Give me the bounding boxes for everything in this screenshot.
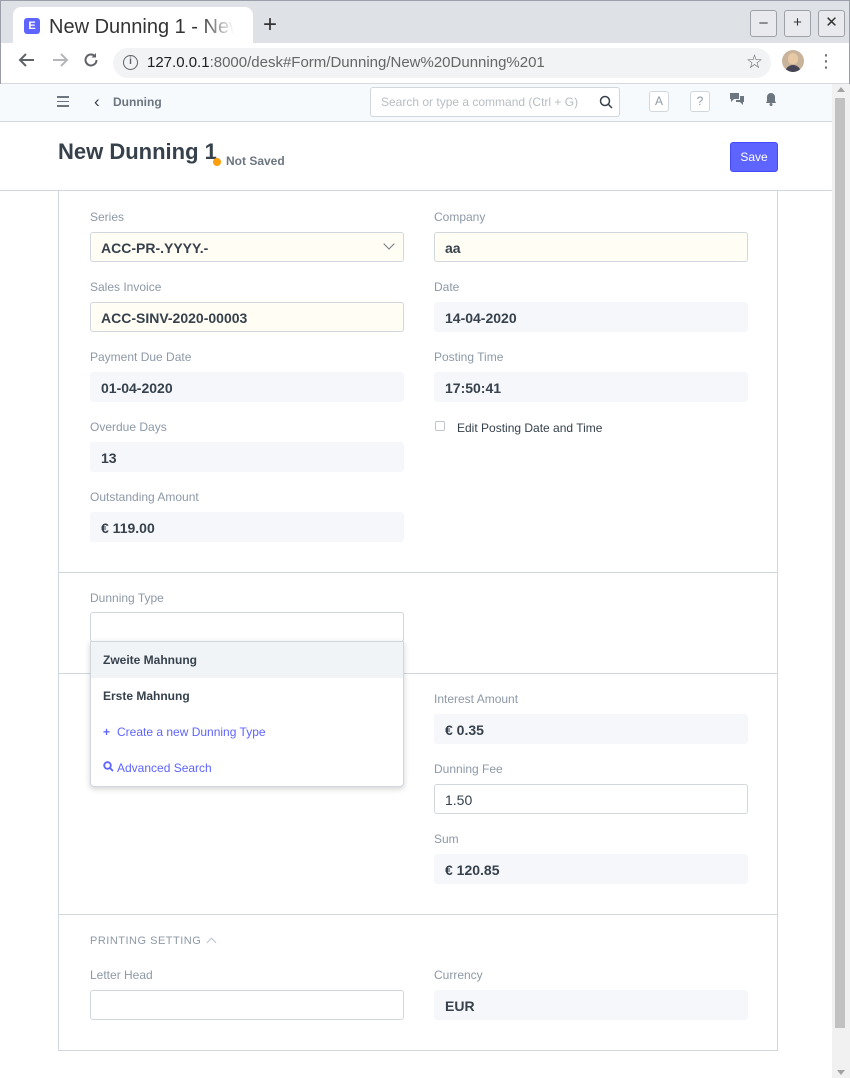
reload-icon[interactable]: [79, 51, 103, 75]
status-badge: Not Saved: [226, 154, 285, 168]
url-text[interactable]: 127.0.0.1:8000/desk#Form/Dunning/New%20D…: [147, 54, 545, 71]
create-new-dunning-type-link[interactable]: + Create a new Dunning Type: [91, 714, 403, 750]
page-title: New Dunning 1: [58, 139, 217, 164]
date-value: 14-04-2020: [434, 302, 748, 332]
browser-toolbar: i 127.0.0.1:8000/desk#Form/Dunning/New%2…: [1, 43, 849, 84]
interest-amount-label: Interest Amount: [434, 692, 519, 706]
scrollbar-thumb[interactable]: [835, 98, 845, 1028]
page-scrollbar[interactable]: [832, 84, 850, 1078]
overdue-days-value: 13: [90, 442, 404, 472]
letter-head-input[interactable]: [90, 990, 404, 1020]
company-label: Company: [434, 210, 486, 224]
posting-time-value: 17:50:41: [434, 372, 748, 402]
profile-avatar[interactable]: [782, 50, 804, 72]
payment-due-date-value: 01-04-2020: [90, 372, 404, 402]
sum-label: Sum: [434, 832, 459, 846]
plus-icon: +: [103, 725, 111, 739]
edit-posting-label[interactable]: Edit Posting Date and Time: [457, 421, 602, 435]
edit-posting-checkbox[interactable]: [435, 421, 445, 431]
advanced-search-label: Advanced Search: [117, 761, 212, 775]
search-icon[interactable]: [599, 95, 613, 109]
interest-amount-value: € 0.35: [434, 714, 748, 744]
dropdown-option-zweite-mahnung[interactable]: Zweite Mahnung: [91, 642, 403, 678]
breadcrumb-dunning[interactable]: Dunning: [113, 95, 162, 109]
dunning-fee-label: Dunning Fee: [434, 762, 503, 776]
search-icon: [103, 750, 117, 786]
currency-value: EUR: [434, 990, 748, 1020]
app-area: ‹ Dunning A ? New Dunning 1 Not Saved Sa…: [0, 84, 832, 1078]
app-navbar: ‹ Dunning A ?: [0, 84, 832, 122]
currency-label: Currency: [434, 968, 483, 982]
payment-due-date-label: Payment Due Date: [90, 350, 192, 364]
save-button[interactable]: Save: [730, 142, 778, 172]
sales-invoice-label: Sales Invoice: [90, 280, 162, 294]
back-arrow-icon[interactable]: [15, 51, 39, 75]
dunning-type-label: Dunning Type: [90, 591, 164, 605]
erpnext-favicon-icon: E: [24, 18, 40, 34]
page-head: New Dunning 1 Not Saved Save: [0, 122, 832, 191]
awesome-bar[interactable]: [370, 87, 620, 117]
dunning-type-input[interactable]: [90, 612, 404, 642]
date-label: Date: [434, 280, 460, 294]
series-label: Series: [90, 210, 125, 224]
chevron-up-icon[interactable]: [206, 937, 217, 948]
posting-time-label: Posting Time: [434, 350, 504, 364]
close-window-button[interactable]: ✕: [818, 10, 845, 37]
sum-value: € 120.85: [434, 854, 748, 884]
sales-invoice-field[interactable]: ACC-SINV-2020-00003: [90, 302, 404, 332]
browser-chrome: E New Dunning 1 - New Dunning + – + ✕ i …: [0, 0, 850, 84]
status-indicator-dot: [213, 158, 221, 166]
outstanding-amount-label: Outstanding Amount: [90, 490, 199, 504]
chat-icon[interactable]: [729, 92, 745, 109]
printing-setting-header[interactable]: PRINTING SETTING: [90, 935, 201, 947]
help-icon[interactable]: ?: [690, 91, 710, 112]
section-divider: [59, 572, 777, 573]
tab-title: New Dunning 1 - New Dunning: [49, 16, 234, 38]
minimize-button[interactable]: –: [750, 10, 777, 37]
outstanding-amount-value: € 119.00: [90, 512, 404, 542]
form-card: Series ACC-PR-.YYYY.- Company aa Sales I…: [58, 191, 778, 1051]
create-new-label: Create a new Dunning Type: [117, 725, 266, 739]
browser-tab[interactable]: E New Dunning 1 - New Dunning: [13, 7, 253, 45]
series-value: ACC-PR-.YYYY.-: [101, 240, 209, 256]
series-select[interactable]: ACC-PR-.YYYY.-: [90, 232, 404, 262]
advanced-search-link[interactable]: Advanced Search: [91, 750, 403, 786]
bell-icon[interactable]: [765, 92, 777, 109]
forward-arrow-icon[interactable]: [48, 51, 72, 75]
maximize-button[interactable]: +: [784, 10, 811, 37]
chevron-left-icon[interactable]: ‹: [94, 92, 100, 112]
hamburger-icon[interactable]: [57, 96, 69, 108]
dropdown-option-erste-mahnung[interactable]: Erste Mahnung: [91, 678, 403, 714]
overdue-days-label: Overdue Days: [90, 420, 167, 434]
search-input[interactable]: [371, 88, 591, 116]
scroll-down-arrow-icon[interactable]: [837, 1070, 845, 1075]
new-tab-button[interactable]: +: [263, 12, 277, 38]
section-divider: [59, 914, 777, 915]
chevron-down-icon: [383, 238, 395, 250]
address-bar[interactable]: i 127.0.0.1:8000/desk#Form/Dunning/New%2…: [113, 48, 771, 78]
browser-menu-icon[interactable]: ⋮: [817, 49, 835, 73]
user-avatar-icon[interactable]: A: [649, 91, 669, 112]
scroll-up-arrow-icon[interactable]: [837, 87, 845, 92]
dunning-fee-input[interactable]: 1.50: [434, 784, 748, 814]
company-field[interactable]: aa: [434, 232, 748, 262]
bookmark-star-icon[interactable]: ☆: [746, 51, 763, 74]
letter-head-label: Letter Head: [90, 968, 153, 982]
info-icon[interactable]: i: [123, 55, 138, 70]
dunning-type-dropdown: Zweite Mahnung Erste Mahnung + Create a n…: [90, 641, 404, 787]
